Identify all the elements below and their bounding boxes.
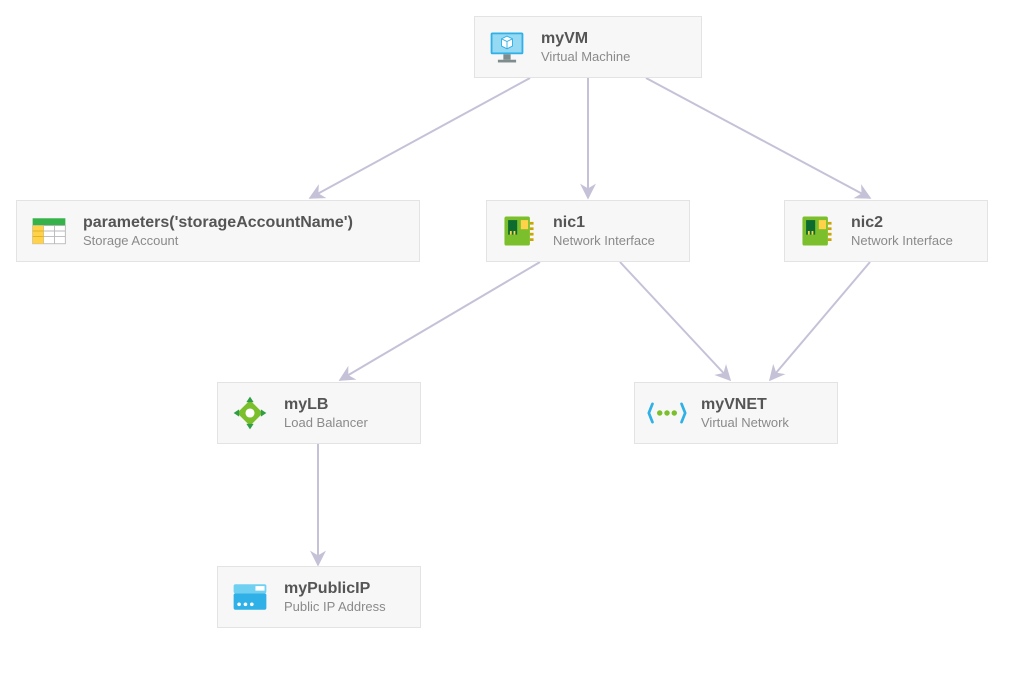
node-vnet-subtitle: Virtual Network — [701, 415, 789, 431]
storage-icon — [27, 209, 71, 253]
node-vnet-title: myVNET — [701, 395, 789, 415]
node-storage-title: parameters('storageAccountName') — [83, 213, 353, 233]
node-lb-title: myLB — [284, 395, 368, 415]
node-nic1-title: nic1 — [553, 213, 655, 233]
node-pip[interactable]: myPublicIP Public IP Address — [217, 566, 421, 628]
edge-nic1-vnet — [620, 262, 730, 380]
node-vm-title: myVM — [541, 29, 630, 49]
node-nic2[interactable]: nic2 Network Interface — [784, 200, 988, 262]
node-vnet[interactable]: myVNET Virtual Network — [634, 382, 838, 444]
node-pip-title: myPublicIP — [284, 579, 386, 599]
node-lb[interactable]: myLB Load Balancer — [217, 382, 421, 444]
node-nic1[interactable]: nic1 Network Interface — [486, 200, 690, 262]
node-lb-subtitle: Load Balancer — [284, 415, 368, 431]
edge-nic1-lb — [340, 262, 540, 380]
loadbalancer-icon — [228, 391, 272, 435]
edge-nic2-vnet — [770, 262, 870, 380]
nic-icon — [497, 209, 541, 253]
vnet-icon — [645, 391, 689, 435]
resource-dependency-diagram: myVM Virtual Machine parameters('storage… — [0, 0, 1030, 684]
node-pip-subtitle: Public IP Address — [284, 599, 386, 615]
edge-vm-nic2 — [646, 78, 870, 198]
arrow-layer — [0, 0, 1030, 684]
node-nic2-subtitle: Network Interface — [851, 233, 953, 249]
node-storage[interactable]: parameters('storageAccountName') Storage… — [16, 200, 420, 262]
publicip-icon — [228, 575, 272, 619]
node-vm-subtitle: Virtual Machine — [541, 49, 630, 65]
edge-vm-storage — [310, 78, 530, 198]
node-nic1-subtitle: Network Interface — [553, 233, 655, 249]
vm-icon — [485, 25, 529, 69]
nic-icon — [795, 209, 839, 253]
node-storage-subtitle: Storage Account — [83, 233, 353, 249]
node-nic2-title: nic2 — [851, 213, 953, 233]
node-vm[interactable]: myVM Virtual Machine — [474, 16, 702, 78]
